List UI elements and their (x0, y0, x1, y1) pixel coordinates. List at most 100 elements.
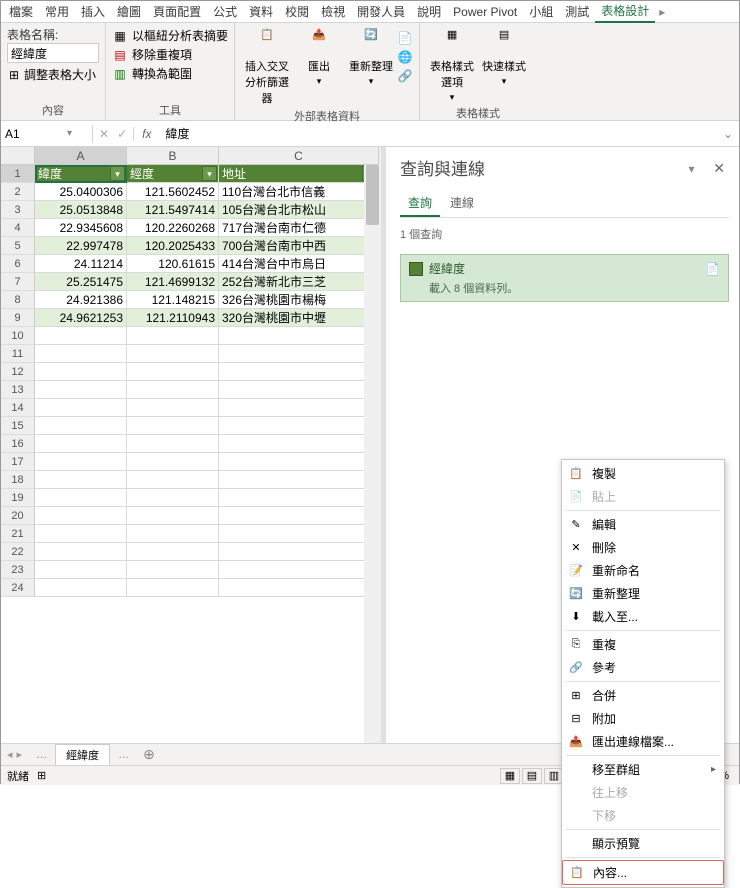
cell[interactable] (127, 489, 219, 507)
row-header[interactable]: 16 (1, 435, 35, 453)
cm-rename[interactable]: 📝重新命名 (562, 559, 724, 582)
cell[interactable] (35, 381, 127, 399)
row-header[interactable]: 3 (1, 201, 35, 219)
cell[interactable] (127, 579, 219, 597)
table-header-cell[interactable]: 緯度▾ (35, 165, 127, 183)
row-header[interactable]: 9 (1, 309, 35, 327)
cell[interactable] (35, 435, 127, 453)
row-header[interactable]: 5 (1, 237, 35, 255)
cell[interactable] (127, 561, 219, 579)
ribbon-overflow-icon[interactable]: ▸ (655, 3, 669, 21)
cell[interactable] (219, 381, 379, 399)
row-header[interactable]: 12 (1, 363, 35, 381)
scrollbar-thumb[interactable] (366, 165, 379, 225)
quick-style-button[interactable]: ▤ 快速樣式▾ (478, 26, 530, 105)
row-header[interactable]: 23 (1, 561, 35, 579)
row-header[interactable]: 22 (1, 543, 35, 561)
ribbon-tab[interactable]: 校閱 (279, 1, 315, 22)
ribbon-tab[interactable]: 開發人員 (351, 1, 411, 22)
cell[interactable] (35, 525, 127, 543)
cell[interactable]: 120.61615 (127, 255, 219, 273)
ribbon-tab[interactable]: 繪圖 (111, 1, 147, 22)
cell[interactable] (127, 345, 219, 363)
cell[interactable]: 24.921386 (35, 291, 127, 309)
view-normal-button[interactable]: ▦ (500, 768, 520, 784)
filter-icon[interactable]: ▾ (202, 166, 217, 181)
cell[interactable]: 121.148215 (127, 291, 219, 309)
cell[interactable] (35, 345, 127, 363)
cell[interactable]: 414台灣台中市烏日 (219, 255, 379, 273)
cell[interactable] (127, 471, 219, 489)
select-all-corner[interactable] (1, 147, 35, 165)
filter-icon[interactable]: ▾ (110, 166, 125, 181)
row-header[interactable]: 20 (1, 507, 35, 525)
cm-properties[interactable]: 📋內容... (562, 860, 724, 885)
cell[interactable]: 700台灣台南市中西 (219, 237, 379, 255)
accessibility-icon[interactable]: ⊞ (37, 769, 46, 782)
add-sheet-button[interactable]: ⊕ (137, 744, 161, 765)
cell[interactable]: 25.0513848 (35, 201, 127, 219)
ribbon-tab[interactable]: 插入 (75, 1, 111, 22)
cell[interactable]: 22.997478 (35, 237, 127, 255)
row-header[interactable]: 21 (1, 525, 35, 543)
cell[interactable] (127, 543, 219, 561)
cell[interactable] (35, 327, 127, 345)
cell[interactable] (219, 525, 379, 543)
cell[interactable] (127, 363, 219, 381)
view-pagelayout-button[interactable]: ▤ (522, 768, 542, 784)
cell[interactable] (219, 489, 379, 507)
ribbon-tab[interactable]: 資料 (243, 1, 279, 22)
tab-queries[interactable]: 查詢 (400, 190, 440, 217)
cell[interactable] (35, 579, 127, 597)
cancel-icon[interactable]: ✕ (99, 127, 109, 141)
ribbon-tab[interactable]: 檔案 (3, 1, 39, 22)
cell[interactable]: 121.5602452 (127, 183, 219, 201)
table-header-cell[interactable]: 經度▾ (127, 165, 219, 183)
row-header[interactable]: 19 (1, 489, 35, 507)
cm-duplicate[interactable]: ⎘重複 (562, 633, 724, 656)
cell[interactable] (35, 399, 127, 417)
cm-delete[interactable]: ✕刪除 (562, 536, 724, 559)
row-header[interactable]: 17 (1, 453, 35, 471)
chevron-down-icon[interactable]: ▾ (67, 128, 72, 139)
cm-refresh[interactable]: 🔄重新整理 (562, 582, 724, 605)
column-header[interactable]: B (127, 147, 219, 165)
export-button[interactable]: 📤 匯出▾ (293, 26, 345, 108)
cell[interactable] (35, 471, 127, 489)
props-icon[interactable]: 📄 (397, 30, 413, 46)
cell[interactable]: 120.2260268 (127, 219, 219, 237)
pivot-summary-button[interactable]: ▦ 以樞紐分析表摘要 (112, 26, 228, 45)
insert-slicer-button[interactable]: 📋 插入交叉分析篩選器 (241, 26, 293, 108)
cell[interactable] (127, 417, 219, 435)
row-header[interactable]: 4 (1, 219, 35, 237)
cm-showpreview[interactable]: 顯示預覽 (562, 832, 724, 855)
ribbon-tab[interactable]: 常用 (39, 1, 75, 22)
cell[interactable] (127, 435, 219, 453)
cm-merge[interactable]: ⊞合併 (562, 684, 724, 707)
cm-edit[interactable]: ✎編輯 (562, 513, 724, 536)
table-header-cell[interactable]: 地址▾ (219, 165, 379, 183)
ribbon-tab[interactable]: 頁面配置 (147, 1, 207, 22)
cell[interactable] (219, 471, 379, 489)
cell[interactable] (35, 543, 127, 561)
cm-movegroup[interactable]: 移至群組▸ (562, 758, 724, 781)
row-header[interactable]: 15 (1, 417, 35, 435)
cell[interactable] (219, 561, 379, 579)
cell[interactable]: 120.2025433 (127, 237, 219, 255)
sheet-dots[interactable]: … (28, 747, 55, 763)
resize-table-button[interactable]: ⊞ 調整表格大小 (7, 66, 99, 83)
remove-dup-button[interactable]: ▤ 移除重複項 (112, 45, 228, 64)
close-icon[interactable]: ✕ (709, 160, 729, 176)
cell[interactable] (219, 453, 379, 471)
name-box[interactable]: ▾ (1, 125, 93, 143)
cell[interactable] (219, 399, 379, 417)
cell[interactable] (219, 435, 379, 453)
refresh-button[interactable]: 🔄 重新整理▾ (345, 26, 397, 108)
cell[interactable]: 717台灣台南市仁德 (219, 219, 379, 237)
query-item[interactable]: 經緯度 📄 載入 8 個資料列。 (400, 254, 729, 302)
cell[interactable]: 252台灣新北市三芝 (219, 273, 379, 291)
confirm-icon[interactable]: ✓ (117, 127, 127, 141)
sheet-dots[interactable]: … (110, 747, 137, 763)
cell[interactable] (219, 363, 379, 381)
cell[interactable] (219, 507, 379, 525)
